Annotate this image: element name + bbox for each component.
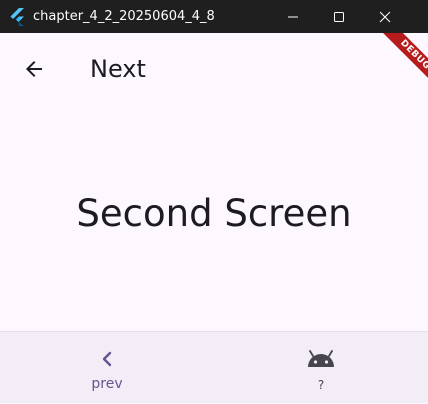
close-button[interactable]: [362, 0, 408, 33]
flutter-icon: [10, 8, 24, 26]
arrow-back-icon: [26, 61, 42, 77]
window-title: chapter_4_2_20250604_4_8: [33, 9, 215, 24]
minimize-button[interactable]: [270, 0, 316, 33]
bottom-navigation-bar: prev ?: [0, 331, 428, 403]
page-title: Next: [90, 55, 146, 83]
nav-item-prev-label: prev: [91, 376, 123, 392]
screen-heading: Second Screen: [76, 191, 352, 235]
maximize-button[interactable]: [316, 0, 362, 33]
maximize-icon: [334, 11, 344, 22]
close-icon: [379, 11, 391, 22]
android-icon: [308, 350, 334, 367]
nav-item-prev[interactable]: prev: [0, 332, 214, 404]
nav-item-unknown-label: ?: [317, 378, 325, 392]
window-titlebar: chapter_4_2_20250604_4_8: [0, 0, 428, 33]
app-bar: Next: [0, 33, 428, 105]
nav-item-unknown[interactable]: ?: [214, 332, 428, 404]
main-content: Second Screen: [0, 105, 428, 331]
back-button[interactable]: [14, 49, 54, 89]
chevron-left-icon: [102, 351, 112, 367]
minimize-icon: [288, 16, 298, 17]
